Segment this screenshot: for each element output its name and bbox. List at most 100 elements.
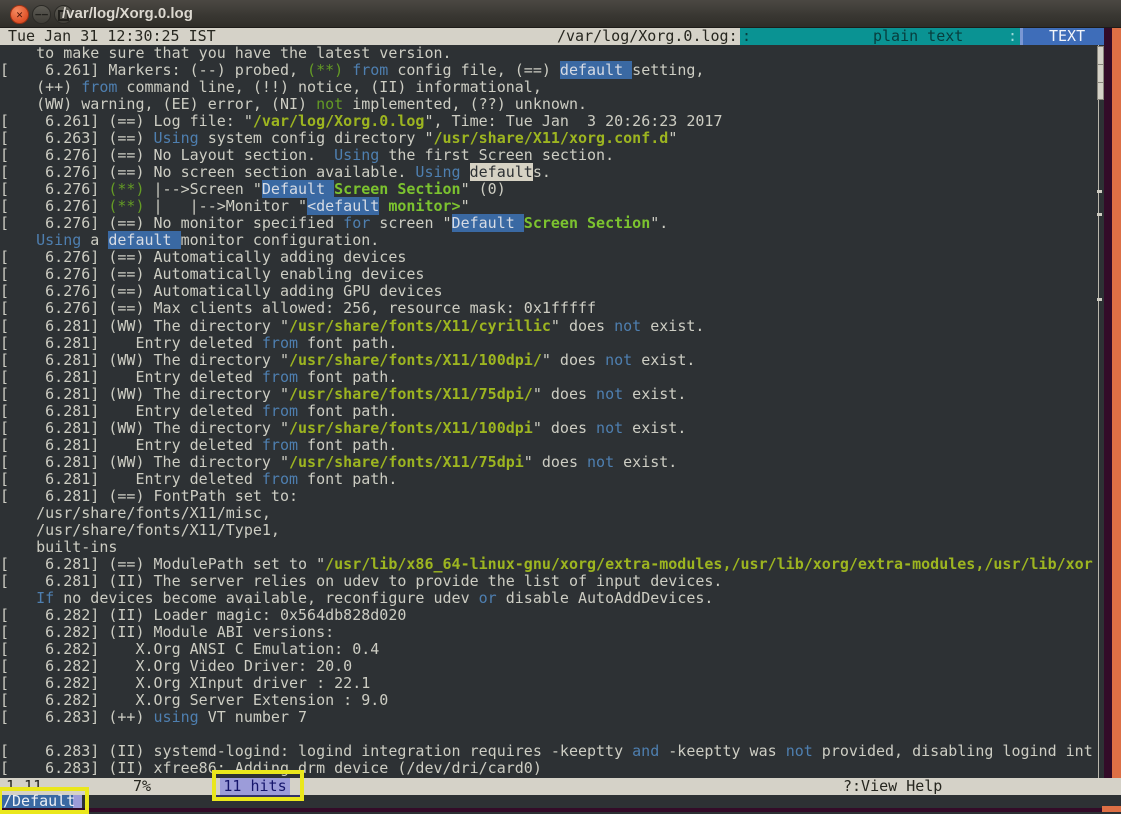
log-text-run: Default [452, 214, 524, 232]
log-text-run: font path. [298, 334, 397, 352]
log-text-run [379, 197, 388, 215]
log-text-run: s. [533, 163, 551, 181]
log-text-run: [ 6.281] (WW) The directory " [0, 419, 289, 437]
log-text-run: " does [551, 317, 614, 335]
log-text-run: [ 6.281] Entry deleted [0, 402, 262, 420]
log-line: to make sure that you have the latest ve… [0, 45, 1121, 62]
log-text-run: [ 6.276] [0, 197, 108, 215]
log-line: [ 6.276] (**) | |-->Monitor "<default mo… [0, 198, 1121, 215]
scrollbar-thumb[interactable] [1097, 46, 1104, 100]
log-text-run: monitor> [388, 197, 460, 215]
log-line: /usr/share/fonts/X11/Type1, [0, 522, 1121, 539]
log-text-run: font path. [298, 368, 397, 386]
annotation-box-prompt [0, 787, 89, 814]
log-text-run: using [154, 708, 199, 726]
log-text-run: not [605, 351, 632, 369]
log-text-run: [ 6.261] Markers: (--) probed, [0, 61, 307, 79]
log-line: [ 6.282] X.Org Server Extension : 9.0 [0, 692, 1121, 709]
log-text-run: (++) [0, 78, 81, 96]
scroll-percent: 7% [133, 778, 151, 795]
mode-segment: : plain text : [740, 28, 1020, 45]
log-text-run: /usr/share/X11/xorg.conf.d [434, 129, 669, 147]
log-text-run: /usr/share/fonts/X11/75dpi [289, 453, 524, 471]
log-text-run: [ 6.276] (==) Automatically enabling dev… [0, 265, 424, 283]
log-line: [ 6.281] (WW) The directory "/usr/share/… [0, 386, 1121, 403]
minimize-button[interactable]: −✕−− [32, 5, 51, 24]
log-text-run: implemented, (??) unknown. [343, 95, 587, 113]
log-line: [ 6.283] (II) systemd-logind: logind int… [0, 743, 1121, 760]
scrollbar-track[interactable] [1098, 45, 1099, 778]
log-line: (++) from command line, (!!) notice, (II… [0, 79, 1121, 96]
close-icon: ✕ [16, 8, 23, 21]
open-file-path: /var/log/Xorg.0.log: [557, 28, 738, 45]
log-line: [ 6.263] (==) Using system config direct… [0, 130, 1121, 147]
log-text-run: (**) [108, 197, 144, 215]
log-text-run: " (0) [461, 180, 506, 198]
log-text-run: Default [262, 180, 334, 198]
log-text-run: exist. [623, 419, 686, 437]
close-button[interactable]: ✕ [10, 5, 29, 24]
resize-grip[interactable] [1102, 806, 1121, 812]
log-text-run: | |-->Monitor " [145, 197, 308, 215]
log-text-run: [ 6.282] (II) Module ABI versions: [0, 623, 334, 641]
log-text-run: " [668, 129, 677, 147]
log-text-run: (WW) warning, (EE) error, (NI) [0, 95, 316, 113]
log-text-run: -keeptty was [659, 742, 785, 760]
log-text-run: /var/log/Xorg.0.log [253, 112, 425, 130]
window-title: /var/log/Xorg.0.log [62, 0, 193, 27]
log-text-run: Using [415, 163, 460, 181]
log-line: [ 6.261] (==) Log file: "/var/log/Xorg.0… [0, 113, 1121, 130]
log-line: [ 6.281] (II) The server relies on udev … [0, 573, 1121, 590]
log-text-run: from [262, 368, 298, 386]
log-line: [ 6.281] Entry deleted from font path. [0, 369, 1121, 386]
scrollbar-thumb-divider [1098, 64, 1103, 65]
log-text-run: disable AutoAddDevices. [497, 589, 714, 607]
log-text-run: [ 6.276] [0, 180, 108, 198]
log-text-run: [ 6.282] X.Org XInput driver : 22.1 [0, 674, 370, 692]
log-text-run: " does [524, 453, 587, 471]
log-content: to make sure that you have the latest ve… [0, 45, 1121, 778]
overlay-scrollbar-strip[interactable] [1112, 28, 1121, 812]
log-line: [ 6.281] Entry deleted from font path. [0, 471, 1121, 488]
log-line: [ 6.276] (==) Max clients allowed: 256, … [0, 300, 1121, 317]
log-text-run: a [81, 231, 108, 249]
log-text-run: [ 6.283] (++) [0, 708, 154, 726]
log-text-run: |-->Screen " [145, 180, 262, 198]
log-text-run: [ 6.276] (==) Max clients allowed: 256, … [0, 299, 596, 317]
log-line: [ 6.281] (WW) The directory "/usr/share/… [0, 352, 1121, 369]
log-text-run: [ 6.276] (==) No monitor specified [0, 214, 343, 232]
log-text-run: screen " [370, 214, 451, 232]
search-prompt-row[interactable]: /Default [0, 795, 1121, 808]
log-text-run [343, 61, 352, 79]
log-line: [ 6.281] Entry deleted from font path. [0, 403, 1121, 420]
annotation-box-hits [212, 770, 304, 801]
log-line: [ 6.281] (WW) The directory "/usr/share/… [0, 420, 1121, 437]
log-text-run: exist. [623, 385, 686, 403]
log-text-run: or [479, 589, 497, 607]
log-text-run: [ 6.281] (==) FontPath set to: [0, 487, 298, 505]
log-text-run: from [262, 402, 298, 420]
log-text-run: [ 6.282] X.Org Video Driver: 20.0 [0, 657, 352, 675]
log-text-run [0, 231, 36, 249]
log-text-run: [ 6.281] (WW) The directory " [0, 385, 289, 403]
log-text-run: VT number 7 [199, 708, 307, 726]
file-mode-label: plain text [873, 28, 963, 45]
log-text-run: to make sure that you have the latest ve… [0, 45, 452, 62]
log-text-run: [ 6.281] Entry deleted [0, 436, 262, 454]
log-text-run: [ 6.282] X.Org Server Extension : 9.0 [0, 691, 388, 709]
titlebar: ✕ −✕−− /var/log/Xorg.0.log [0, 0, 1121, 28]
log-text-run: not [596, 419, 623, 437]
log-text-run: from [262, 470, 298, 488]
log-text-run: /usr/lib/x86_64-linux-gnu/xorg/extra-mod… [325, 555, 1093, 573]
log-text-run: /usr/share/fonts/X11/100dpi [289, 419, 533, 437]
log-text-run: from [352, 61, 388, 79]
log-text-run: [ 6.281] (WW) The directory " [0, 453, 289, 471]
log-text-run: [ 6.281] (WW) The directory " [0, 351, 289, 369]
scrollbar-thumb-divider [1098, 82, 1103, 83]
log-text-run: monitor configuration. [181, 231, 380, 249]
log-text-run: not [786, 742, 813, 760]
log-line: Using a default monitor configuration. [0, 232, 1121, 249]
log-text-run: [ 6.282] (II) Loader magic: 0x564db828d0… [0, 606, 406, 624]
log-text-run: " [461, 197, 470, 215]
log-text-run: the first Screen section. [379, 146, 614, 164]
